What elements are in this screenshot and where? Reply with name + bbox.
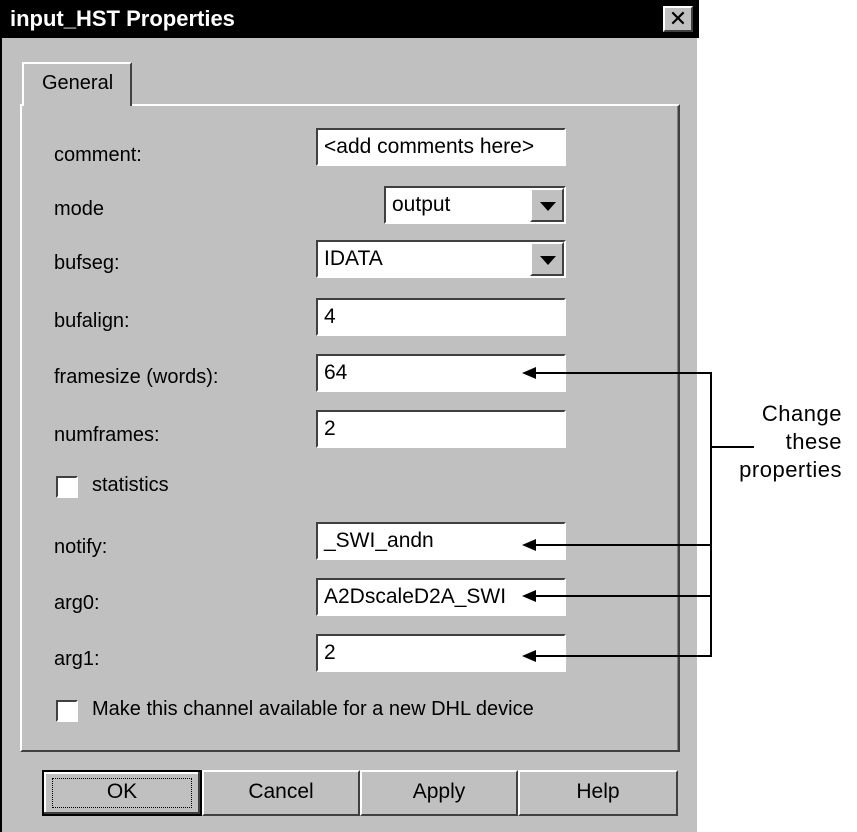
annotation-line-1: Change: [761, 401, 842, 426]
apply-button[interactable]: Apply: [360, 770, 518, 816]
apply-label: Apply: [412, 780, 466, 803]
mode-value: output: [392, 193, 451, 216]
tab-general-label: General: [42, 72, 114, 94]
cancel-label: Cancel: [248, 780, 314, 803]
callout-line: [536, 655, 712, 657]
framesize-label: framesize (words):: [54, 366, 219, 388]
mode-label: mode: [54, 198, 105, 220]
bufseg-value: IDATA: [324, 247, 383, 270]
window-title: input_HST Properties: [10, 6, 235, 31]
dhl-label: Make this channel available for a new DH…: [92, 698, 534, 720]
callout-line: [536, 372, 712, 374]
notify-label: notify:: [54, 536, 108, 558]
close-button[interactable]: ✕: [663, 6, 693, 32]
statistics-label: statistics: [92, 474, 169, 496]
arrow-left-icon: [522, 367, 536, 379]
comment-label: comment:: [54, 144, 142, 166]
bufseg-dropdown-button[interactable]: [530, 242, 564, 276]
ok-button[interactable]: OK: [42, 770, 202, 816]
annotation-line-2: these: [785, 429, 842, 454]
bufalign-label: bufalign:: [54, 310, 130, 332]
statistics-checkbox[interactable]: [56, 476, 78, 498]
mode-dropdown-button[interactable]: [530, 188, 564, 222]
help-button[interactable]: Help: [518, 770, 678, 816]
help-label: Help: [576, 780, 620, 803]
callout-line: [536, 595, 712, 597]
annotation-line-3: properties: [739, 457, 842, 482]
arrow-left-icon: [522, 590, 536, 602]
arg1-label: arg1:: [54, 648, 100, 670]
arrow-left-icon: [522, 650, 536, 662]
annotation-text: Change these properties: [712, 400, 842, 484]
bufseg-select[interactable]: IDATA: [316, 240, 566, 278]
callout-line: [536, 544, 712, 546]
close-icon: ✕: [668, 6, 688, 31]
comment-field[interactable]: <add comments here>: [316, 128, 566, 166]
chevron-down-icon: [540, 202, 556, 211]
title-bar[interactable]: input_HST Properties ✕: [2, 0, 699, 38]
ok-label: OK: [106, 780, 138, 803]
arg0-label: arg0:: [54, 592, 100, 614]
arrow-left-icon: [522, 539, 536, 551]
dhl-checkbox[interactable]: [56, 700, 78, 722]
cancel-button[interactable]: Cancel: [202, 770, 360, 816]
chevron-down-icon: [540, 256, 556, 265]
bufseg-label: bufseg:: [54, 252, 120, 274]
panel-shadow: [677, 106, 678, 750]
mode-select[interactable]: output: [384, 186, 566, 224]
numframes-field[interactable]: 2: [316, 410, 566, 448]
properties-dialog: input_HST Properties ✕ General comment: …: [0, 0, 699, 832]
tab-general[interactable]: General: [22, 62, 132, 106]
bufalign-field[interactable]: 4: [316, 298, 566, 336]
numframes-label: numframes:: [54, 424, 160, 446]
